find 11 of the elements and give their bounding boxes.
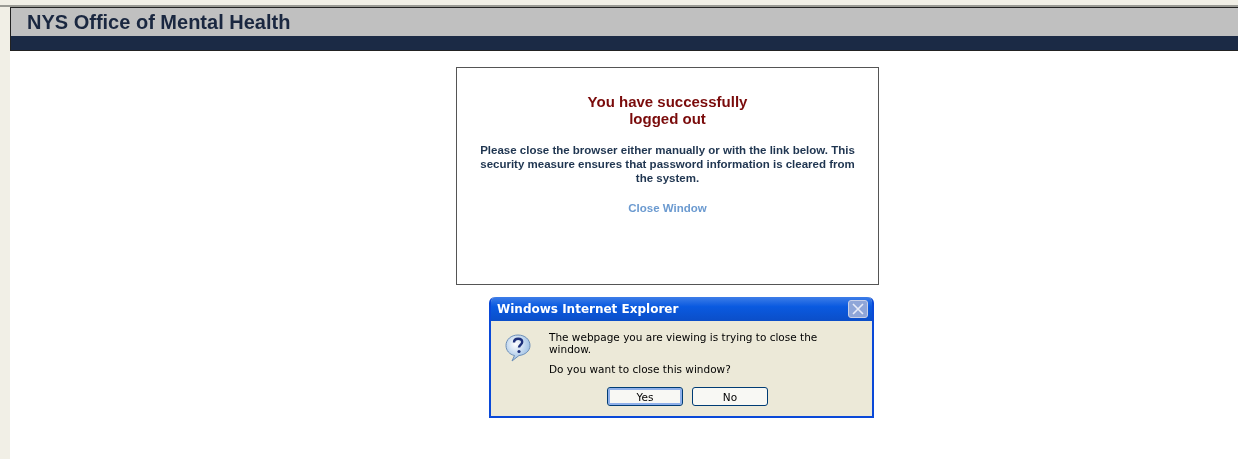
dialog-message: Do you want to close this window?	[549, 363, 732, 375]
dialog-title: Windows Internet Explorer	[497, 302, 679, 316]
dialog-button[interactable]: No	[692, 387, 768, 406]
logout-heading: You have successfully logged out	[587, 93, 748, 127]
question-icon	[503, 333, 533, 363]
logout-message: Please close the browser either manually or with the link below. This security measure ensures that password information is cleared from the system.	[479, 143, 856, 185]
close-icon	[851, 302, 865, 316]
site-title: NYS Office of Mental Health	[27, 10, 291, 34]
dialog-button[interactable]: Yes	[607, 387, 683, 406]
dialog-message: The webpage you are viewing is trying to close the window.	[549, 331, 819, 355]
close-button[interactable]	[848, 300, 868, 318]
